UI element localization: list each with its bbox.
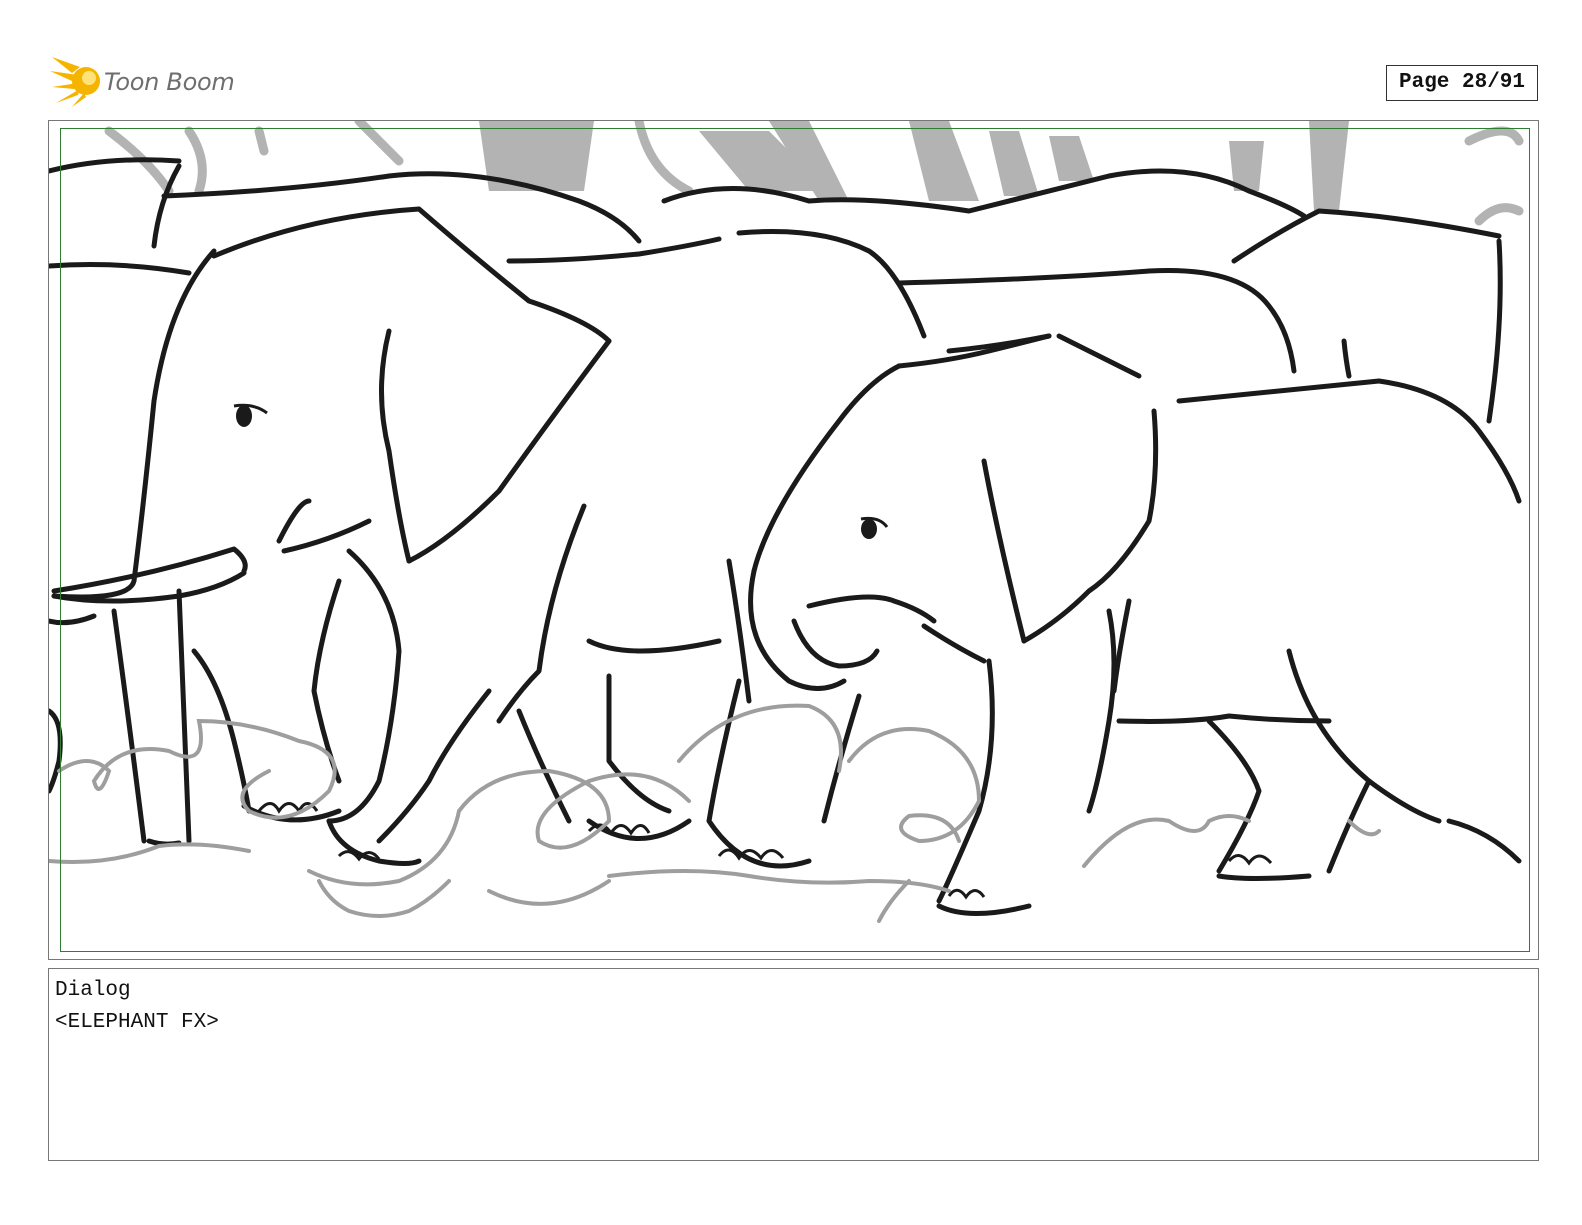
back-herd [49, 157, 1503, 424]
background-trees [479, 121, 1349, 211]
toon-boom-burst-icon [50, 57, 100, 107]
page-number: Page 28/91 [1386, 65, 1538, 101]
dialog-box: Dialog <ELEPHANT FX> [48, 968, 1539, 1161]
elephant-sketch [49, 121, 1524, 923]
elephant-left [49, 206, 612, 847]
front-elephant-eye [861, 519, 877, 539]
logo-text: Toon Boom [104, 68, 235, 96]
storyboard-panel [48, 120, 1539, 960]
dialog-text: <ELEPHANT FX> [55, 1011, 219, 1034]
toon-boom-logo: Toon Boom [50, 56, 250, 108]
left-elephant-eye [236, 405, 252, 427]
dialog-label: Dialog [55, 979, 131, 1002]
elephant-front [748, 333, 1522, 916]
toes [257, 802, 1273, 900]
